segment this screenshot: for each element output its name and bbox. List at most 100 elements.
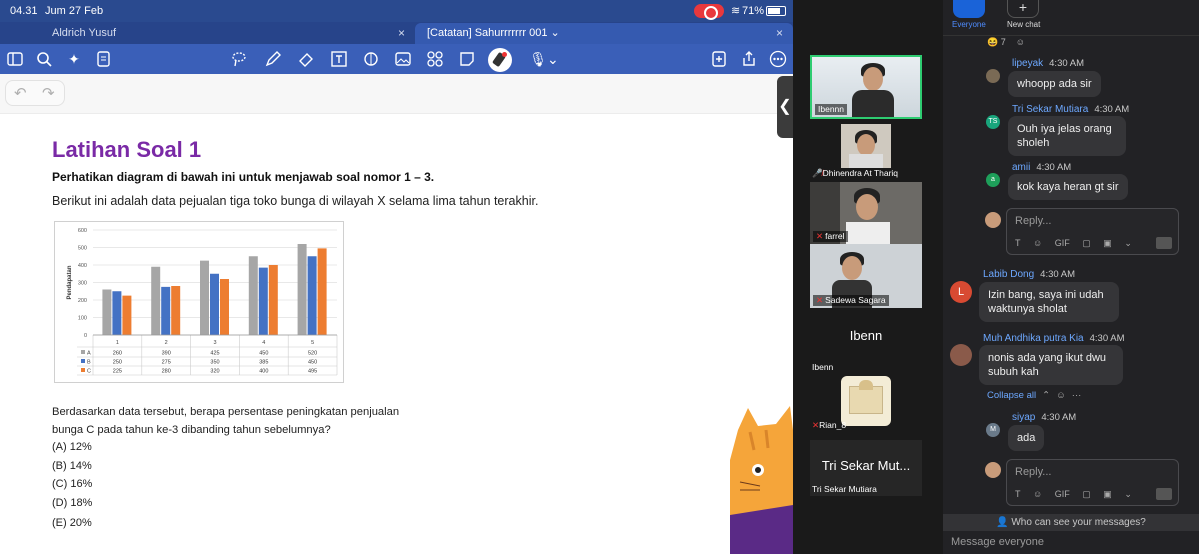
more-icon[interactable]: ··· xyxy=(1072,390,1082,401)
gif-icon[interactable]: GIF xyxy=(1055,238,1070,248)
question-text: Berdasarkan data tersebut, berapa persen… xyxy=(52,403,452,439)
elements-icon[interactable] xyxy=(426,50,444,68)
redo-icon[interactable]: ↷ xyxy=(42,84,55,102)
everyone-icon[interactable] xyxy=(953,0,985,18)
mic-muted-icon: ✕ xyxy=(816,295,824,305)
who-can-see-banner[interactable]: 👤 Who can see your messages? xyxy=(943,514,1199,531)
file-icon[interactable]: ▢ xyxy=(1082,238,1091,248)
document-icon[interactable] xyxy=(95,50,113,68)
tab-bar: Aldrich Yusuf × [Catatan] Sahurrrrrrr 00… xyxy=(0,22,793,61)
x-tick-label: 1 xyxy=(116,340,119,346)
message-time: 4:30 AM xyxy=(1094,104,1130,115)
participant-name: Sadewa Sagara xyxy=(825,295,886,305)
message-bubble[interactable]: Ouh iya jelas orang sholeh xyxy=(1008,116,1126,156)
new-chat-icon[interactable]: + xyxy=(1007,0,1039,18)
shape-icon[interactable] xyxy=(362,50,380,68)
share-icon[interactable] xyxy=(740,50,758,68)
tab-catatan[interactable]: [Catatan] Sahurrrrrrr 001 ⌄ × xyxy=(415,23,793,44)
video-tile-dhinendra[interactable] xyxy=(841,124,891,168)
x-tick-label: 5 xyxy=(311,340,314,346)
ai-sparkle-icon[interactable]: ✦ xyxy=(65,50,83,68)
message-sender: siyap 4:30 AM xyxy=(1012,412,1076,423)
send-icon[interactable] xyxy=(1156,488,1172,500)
participant-name: Ibennn xyxy=(815,104,847,115)
emoji-icon[interactable]: ☺ xyxy=(1033,238,1042,248)
data-label: 280 xyxy=(162,369,171,375)
gif-icon[interactable]: GIF xyxy=(1055,489,1070,499)
add-reaction-icon[interactable]: ☺ xyxy=(1056,390,1066,401)
participant-display-name: Ibenn xyxy=(849,328,883,343)
chevron-down-icon[interactable]: ⌄ xyxy=(1124,489,1132,499)
video-tile-sadewa[interactable]: ✕ Sadewa Sagara xyxy=(810,244,922,308)
everyone-label[interactable]: Everyone xyxy=(952,20,986,29)
tab-aldrich-yusuf[interactable]: Aldrich Yusuf × xyxy=(40,23,415,44)
screenshot-icon[interactable]: ▣ xyxy=(1103,489,1112,499)
collapse-all-label[interactable]: Collapse all xyxy=(987,390,1036,401)
reaction-row[interactable]: 😆 7 ☺ xyxy=(987,37,1025,48)
sidebar-icon[interactable] xyxy=(6,50,24,68)
more-icon[interactable] xyxy=(769,50,787,68)
thread-reply-box[interactable]: Reply... T ☺ GIF ▢ ▣ ⌄ xyxy=(1006,459,1179,506)
mic-muted-icon: ✕ xyxy=(816,231,824,241)
search-icon[interactable] xyxy=(35,50,53,68)
undo-icon[interactable]: ↶ xyxy=(14,84,27,102)
message-bubble[interactable]: ada xyxy=(1008,425,1045,451)
image-icon[interactable] xyxy=(394,50,412,68)
format-text-icon[interactable]: T xyxy=(1015,238,1021,248)
message-bubble[interactable]: kok kaya heran gt sir xyxy=(1008,174,1128,200)
emoji-icon[interactable]: ☺ xyxy=(1033,489,1042,499)
status-bar: 04.31 Jum 27 Feb ≋ 71% xyxy=(0,0,793,22)
legend-label: C xyxy=(87,369,91,375)
message-input[interactable]: Message everyone xyxy=(951,536,1044,548)
microphone-icon[interactable]: 🎙⌄ xyxy=(528,50,560,68)
data-label: 400 xyxy=(259,369,268,375)
avatar: L xyxy=(950,281,972,303)
message-bubble[interactable]: Izin bang, saya ini udah waktunya sholat xyxy=(979,282,1119,322)
new-chat-label[interactable]: New chat xyxy=(1007,20,1040,29)
laser-pointer-icon[interactable] xyxy=(488,48,512,72)
close-icon[interactable]: × xyxy=(776,23,783,44)
text-box-icon[interactable] xyxy=(330,50,348,68)
message-bubble[interactable]: whoopp ada sir xyxy=(1008,71,1101,97)
collapse-panel-handle[interactable]: ❮ xyxy=(777,76,793,138)
message-bubble[interactable]: nonis ada yang ikut dwu subuh kah xyxy=(979,345,1123,385)
video-tile-ibennn[interactable]: Ibennn xyxy=(810,55,922,119)
participant-name: Tri Sekar Mutiara xyxy=(812,484,877,494)
message-sender: Muh Andhika putra Kia 4:30 AM xyxy=(983,333,1124,344)
sales-chart: 0 100 200 300 400 500 600 Pendapatan 1 2 3 4 5 A 260 39… xyxy=(54,221,344,383)
add-page-icon[interactable] xyxy=(710,50,728,68)
close-icon[interactable]: × xyxy=(398,23,405,44)
chevron-down-icon[interactable]: ⌄ xyxy=(1124,238,1132,248)
data-label: 385 xyxy=(259,360,268,366)
reply-input[interactable]: Reply... xyxy=(1015,466,1051,478)
question-line: Berdasarkan data tersebut, berapa persen… xyxy=(52,406,400,418)
video-tile-rian[interactable] xyxy=(841,376,891,426)
legend-swatch xyxy=(81,359,85,363)
note-page[interactable]: Latihan Soal 1 Perhatikan diagram di baw… xyxy=(0,115,793,554)
name-tile-tri-sekar[interactable]: Tri Sekar Mut... Tri Sekar Mutiara xyxy=(810,440,922,496)
chevron-up-icon[interactable]: ⌃ xyxy=(1042,390,1050,401)
collapse-all-link[interactable]: Collapse all ⌃ ☺ ··· xyxy=(987,390,1081,401)
x-tick-label: 3 xyxy=(213,340,216,346)
avatar: TS xyxy=(986,115,1000,129)
screenshot-icon[interactable]: ▣ xyxy=(1103,238,1112,248)
add-reaction-icon[interactable]: ☺ xyxy=(1016,37,1025,47)
eraser-icon[interactable] xyxy=(297,50,315,68)
file-icon[interactable]: ▢ xyxy=(1082,489,1091,499)
video-tile-farrel[interactable]: ✕ farrel xyxy=(810,182,922,244)
thread-reply-box[interactable]: Reply... T ☺ GIF ▢ ▣ ⌄ xyxy=(1006,208,1179,255)
format-text-icon[interactable]: T xyxy=(1015,489,1021,499)
screen-record-icon[interactable] xyxy=(694,4,724,20)
sticky-note-icon[interactable] xyxy=(458,50,476,68)
name-tile-ibenn[interactable]: Ibenn Ibenn xyxy=(810,312,922,374)
y-tick-label: 600 xyxy=(78,228,87,234)
sender-name: Tri Sekar Mutiara xyxy=(1012,104,1089,115)
message-time: 4:30 AM xyxy=(1040,269,1076,280)
option-e: (E) 20% xyxy=(52,517,92,529)
lasso-icon[interactable] xyxy=(230,50,248,68)
bar xyxy=(122,295,132,335)
bar xyxy=(151,266,161,335)
reply-input[interactable]: Reply... xyxy=(1015,215,1051,227)
pen-icon[interactable] xyxy=(264,50,282,68)
send-icon[interactable] xyxy=(1156,237,1172,249)
